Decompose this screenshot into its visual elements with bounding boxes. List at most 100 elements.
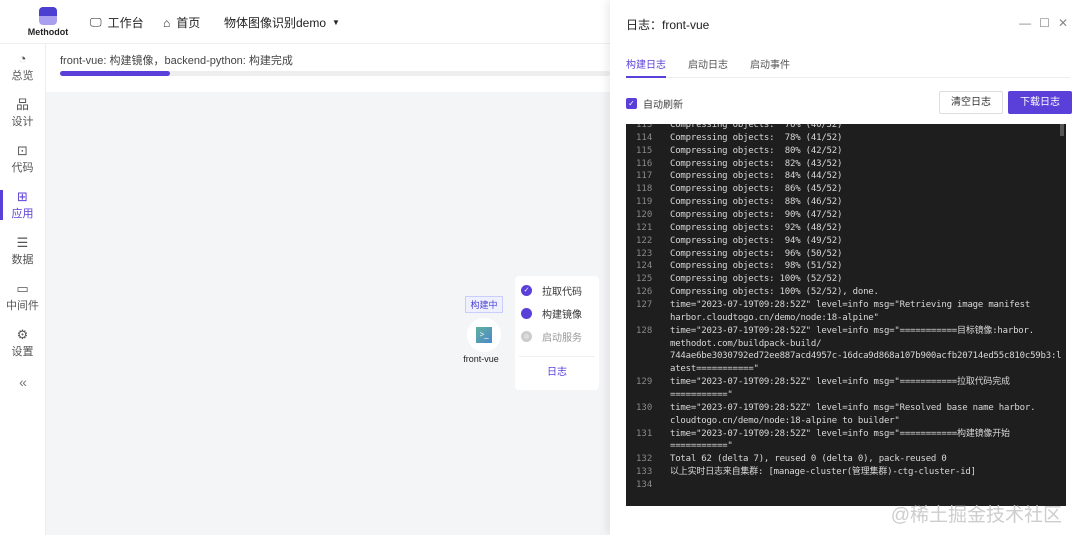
log-text: Compressing objects: 100% (52/52) — [670, 274, 843, 285]
tab-startup-log[interactable]: 启动日志 — [688, 56, 728, 78]
checkbox-checked-icon: ✓ — [626, 98, 637, 109]
tab-startup-events[interactable]: 启动事件 — [750, 56, 790, 78]
close-icon[interactable]: ✕ — [1058, 16, 1068, 30]
log-text: Total 62 (delta 7), reused 0 (delta 0), … — [670, 454, 947, 465]
hierarchy-icon: 品 — [15, 97, 29, 112]
log-line: 120 Compressing objects: 90% (47/52) — [626, 209, 1066, 222]
scrollbar[interactable] — [1060, 124, 1064, 136]
line-number — [626, 363, 670, 376]
project-dropdown[interactable]: 物体图像识别demo ▼ — [224, 14, 340, 31]
log-line: 133 以上实时日志来自集群: [manage-cluster(管理集群)-ctg… — [626, 466, 1066, 479]
nav-home[interactable]: ⌂ 首页 — [163, 14, 200, 31]
log-line: 113 Compressing objects: 76% (40/52) — [626, 124, 1066, 132]
log-text: 744ae6be3030792ed72ee887acd4957c-16dca9d… — [670, 351, 1062, 362]
line-number: 127 — [636, 300, 653, 311]
log-line: 131 time="2023-07-19T09:28:52Z" level=inf… — [626, 428, 1066, 441]
logo[interactable]: Methodot — [26, 7, 70, 37]
line-number: 122 — [636, 235, 653, 246]
log-text: 以上实时日志来自集群: [manage-cluster(管理集群)-ctg-cl… — [670, 467, 976, 478]
sidebar-item-apps[interactable]: ⊞ 应用 — [0, 182, 45, 228]
pending-dot-icon — [521, 331, 532, 342]
line-number: 134 — [636, 480, 653, 491]
methodot-logo-icon — [39, 7, 57, 25]
nav-workbench[interactable]: 🖵 工作台 — [90, 14, 144, 31]
line-number: 131 — [636, 428, 653, 439]
log-line: 134 — [626, 479, 1066, 492]
app-node-front-vue[interactable]: 构建中 >_ front-vue — [463, 296, 504, 364]
minimize-icon[interactable]: — — [1019, 16, 1031, 30]
log-line: 126 Compressing objects: 100% (52/52), do… — [626, 286, 1066, 299]
line-number: 119 — [636, 197, 653, 208]
auto-refresh-checkbox[interactable]: ✓ 自动刷新 — [626, 96, 683, 111]
log-line: 121 Compressing objects: 92% (48/52) — [626, 222, 1066, 235]
log-text: atest===========" — [670, 364, 759, 375]
drawer-title: 日志：front-vue — [626, 18, 710, 32]
line-number: 123 — [636, 248, 653, 259]
caret-down-icon: ▼ — [332, 18, 340, 27]
sidebar-item-data[interactable]: ☰ 数据 — [0, 228, 45, 274]
log-drawer: 日志：front-vue — ☐ ✕ 构建日志 启动日志 启动事件 ✓ 自动刷新 清空… — [610, 0, 1080, 535]
log-line: 127 time="2023-07-19T09:28:52Z" level=inf… — [626, 299, 1066, 312]
maximize-icon[interactable]: ☐ — [1039, 16, 1050, 30]
collapse-sidebar-button[interactable]: « — [0, 374, 46, 390]
line-number: 124 — [636, 261, 653, 272]
line-number: 114 — [636, 132, 653, 143]
line-number — [626, 338, 670, 351]
line-number: 126 — [636, 287, 653, 298]
build-progress-bar — [60, 71, 610, 76]
sql-monitor-icon: ▭ — [16, 281, 29, 296]
line-number: 128 — [636, 325, 653, 336]
log-text: Compressing objects: 90% (47/52) — [670, 210, 843, 221]
log-line: cloudtogo.cn/demo/node:18-alpine to buil… — [626, 415, 1066, 428]
line-number: 133 — [636, 467, 653, 478]
monitor-icon: 🖵 — [90, 15, 102, 29]
log-text: cloudtogo.cn/demo/node:18-alpine to buil… — [670, 415, 900, 426]
log-line: 129 time="2023-07-19T09:28:52Z" level=inf… — [626, 376, 1066, 389]
line-number — [626, 389, 670, 402]
log-text: time="2023-07-19T09:28:52Z" level=info m… — [670, 325, 1034, 336]
log-line: 116 Compressing objects: 82% (43/52) — [626, 158, 1066, 171]
active-dot-icon — [521, 308, 532, 319]
log-line: ===========" — [626, 440, 1066, 453]
sidebar-item-middleware[interactable]: ▭ 中间件 — [0, 274, 45, 320]
terminal-icon: ⊡ — [17, 143, 28, 158]
line-number — [626, 350, 670, 363]
gear-icon: ⚙ — [16, 327, 29, 342]
watermark: @稀土掘金技术社区 — [890, 505, 1062, 526]
line-number: 117 — [636, 171, 653, 182]
line-number — [626, 312, 670, 325]
log-text: Compressing objects: 96% (50/52) — [670, 248, 843, 259]
sidebar-item-settings[interactable]: ⚙ 设置 — [0, 320, 45, 366]
line-number: 125 — [636, 274, 653, 285]
build-progress-fill — [60, 71, 170, 76]
log-text: ===========" — [670, 441, 733, 452]
sidebar-item-code[interactable]: ⊡ 代码 — [0, 136, 45, 182]
log-output[interactable]: 113 Compressing objects: 76% (40/52) 114 Co… — [626, 124, 1066, 506]
step-pull-code: ✓ 拉取代码 — [515, 279, 599, 302]
dashboard-icon: ◔ — [18, 51, 27, 66]
app-node-label: front-vue — [463, 354, 499, 364]
line-number — [626, 415, 670, 428]
log-line: atest===========" — [626, 363, 1066, 376]
log-line: methodot.com/buildpack-build/ — [626, 338, 1066, 351]
sidebar-item-overview[interactable]: ◔ 总览 — [0, 44, 45, 90]
log-line: 123 Compressing objects: 96% (50/52) — [626, 248, 1066, 261]
log-line: 118 Compressing objects: 86% (45/52) — [626, 183, 1066, 196]
log-line: 128 time="2023-07-19T09:28:52Z" level=inf… — [626, 325, 1066, 338]
log-text: harbor.cloudtogo.cn/demo/node:18-alpine" — [670, 312, 879, 323]
log-text: time="2023-07-19T09:28:52Z" level=info m… — [670, 377, 1010, 388]
sidebar-item-design[interactable]: 品设计 — [0, 90, 45, 136]
log-line: 132 Total 62 (delta 7), reused 0 (delta 0… — [626, 453, 1066, 466]
view-log-link[interactable]: 日志 — [515, 363, 599, 378]
download-log-button[interactable]: 下载日志 — [1008, 91, 1072, 114]
log-line: 130 time="2023-07-19T09:28:52Z" level=inf… — [626, 402, 1066, 415]
tab-build-log[interactable]: 构建日志 — [626, 56, 666, 78]
line-number: 129 — [636, 377, 653, 388]
clear-log-button[interactable]: 清空日志 — [939, 91, 1003, 114]
log-text: Compressing objects: 78% (41/52) — [670, 132, 843, 143]
log-line: 122 Compressing objects: 94% (49/52) — [626, 235, 1066, 248]
log-line: 744ae6be3030792ed72ee887acd4957c-16dca9d… — [626, 350, 1066, 363]
log-text: Compressing objects: 94% (49/52) — [670, 235, 843, 246]
log-line: 125 Compressing objects: 100% (52/52) — [626, 273, 1066, 286]
line-number: 113 — [636, 124, 653, 130]
